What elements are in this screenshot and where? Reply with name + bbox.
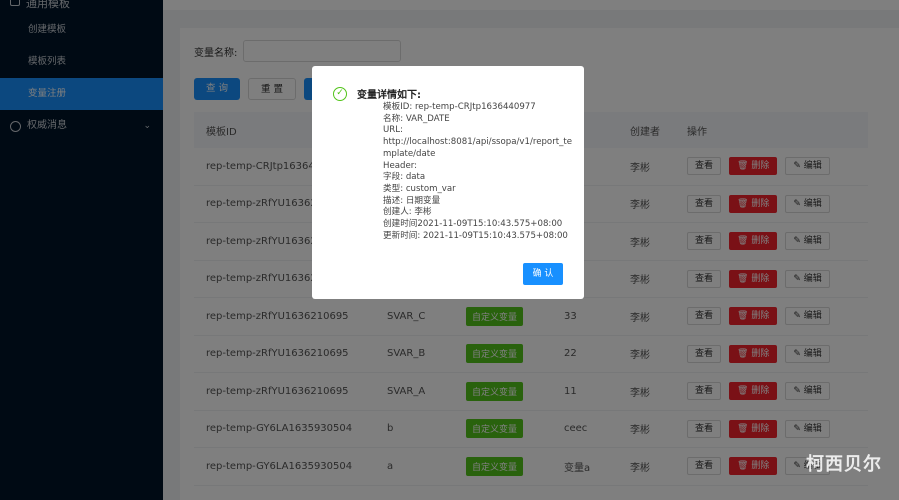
detail-line: http://localhost:8081/api/ssopa/v1/repor…	[383, 137, 573, 148]
detail-line: 创建时间2021-11-09T15:10:43.575+08:00	[383, 219, 563, 230]
detail-line: 描述: 日期变量	[383, 195, 441, 206]
detail-line: 类型: custom_var	[383, 183, 456, 194]
detail-line: URL:	[383, 125, 403, 136]
modal-body: 模板ID: rep-temp-CRJtp1636440977 名称: VAR_DA…	[383, 102, 578, 242]
modal-title: 变量详情如下:	[357, 90, 421, 101]
variable-detail-modal: ✓ 变量详情如下: 模板ID: rep-temp-CRJtp1636440977…	[312, 66, 584, 299]
watermark: 柯西贝尔	[806, 454, 882, 475]
detail-line: 字段: data	[383, 172, 426, 183]
detail-line: 模板ID: rep-temp-CRJtp1636440977	[383, 102, 536, 112]
detail-line: Header:	[383, 160, 418, 171]
detail-line: 创建人: 李彬	[383, 207, 432, 218]
detail-line: 名称: VAR_DATE	[383, 113, 450, 124]
check-circle-icon: ✓	[333, 87, 347, 101]
confirm-button[interactable]: 确 认	[523, 263, 563, 285]
detail-line: mplate/date	[383, 148, 436, 159]
detail-line: 更新时间: 2021-11-09T15:10:43.575+08:00	[383, 230, 568, 241]
